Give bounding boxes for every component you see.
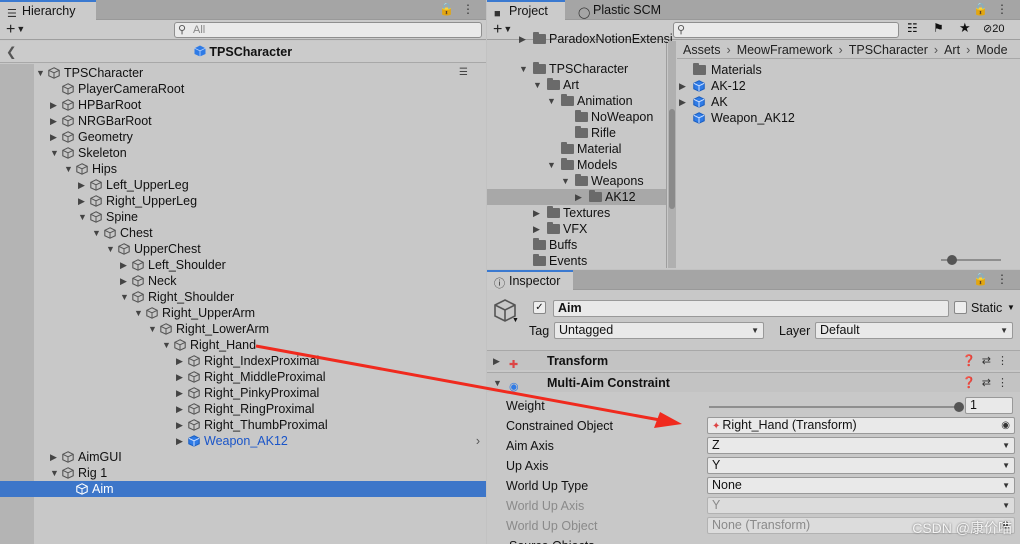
watermark: CSDN @康价喵: [912, 520, 1012, 536]
annotation-arrow: [255, 344, 682, 428]
